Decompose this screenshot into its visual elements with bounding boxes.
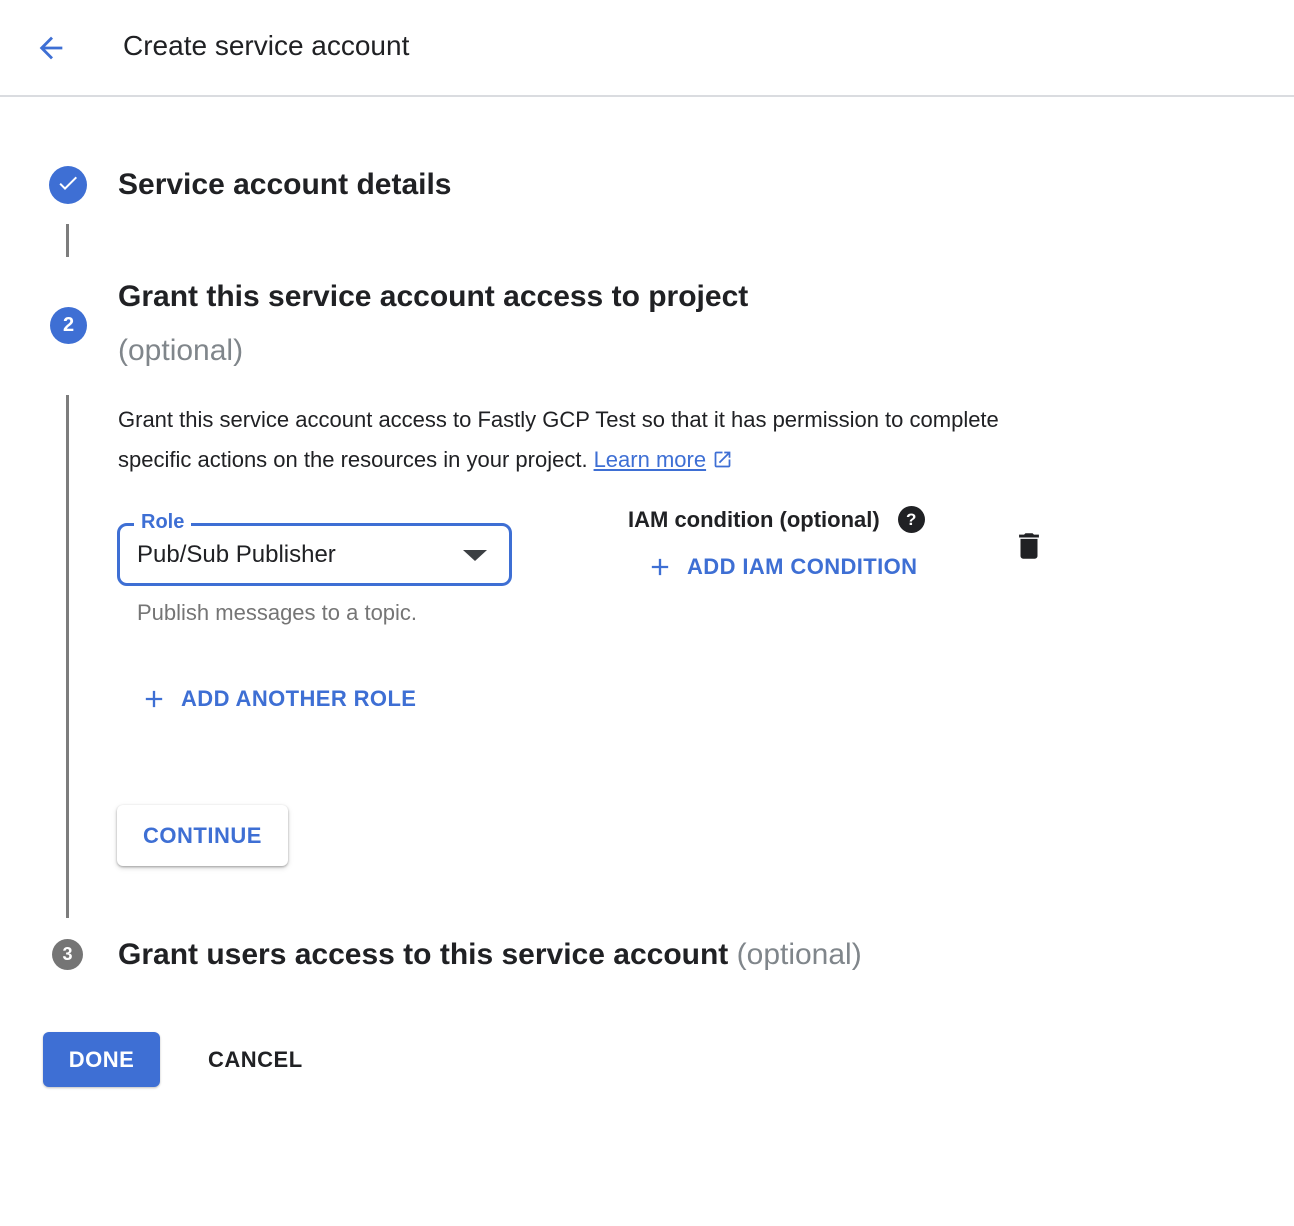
stepper-connector: [66, 224, 69, 257]
page-header: Create service account: [0, 0, 1294, 95]
role-helper-text: Publish messages to a topic.: [137, 600, 417, 626]
arrow-left-icon: [34, 31, 72, 65]
create-service-account-page: Create service account Service account d…: [0, 0, 1294, 1226]
step2-number: 2: [63, 314, 74, 337]
page-title: Create service account: [123, 30, 409, 62]
learn-more-link[interactable]: Learn more: [594, 447, 707, 472]
plus-icon: [140, 685, 168, 713]
add-another-role-button[interactable]: ADD ANOTHER ROLE: [140, 685, 416, 713]
delete-role-button[interactable]: [1012, 527, 1050, 565]
role-select[interactable]: Role Pub/Sub Publisher: [117, 523, 512, 586]
step2-title: Grant this service account access to pro…: [118, 280, 748, 314]
iam-condition-label: IAM condition (optional): [628, 507, 880, 533]
caret-down-icon: [463, 550, 487, 561]
trash-icon: [1012, 529, 1050, 563]
iam-condition-header: IAM condition (optional) ?: [628, 506, 925, 533]
back-button[interactable]: [34, 29, 72, 67]
done-button[interactable]: DONE: [43, 1032, 160, 1087]
step2-indicator: 2: [50, 307, 87, 344]
role-select-value: Pub/Sub Publisher: [137, 526, 336, 583]
step3-optional-label: (optional): [737, 938, 862, 971]
plus-icon: [646, 553, 674, 581]
check-icon: [56, 171, 80, 200]
external-link-icon[interactable]: [706, 447, 733, 472]
step3-title: Grant users access to this service accou…: [118, 938, 862, 972]
step1-complete-indicator: [49, 166, 87, 204]
stepper-connector: [66, 395, 69, 918]
step2-optional-label: (optional): [118, 334, 243, 368]
continue-button[interactable]: CONTINUE: [117, 805, 288, 866]
add-iam-condition-button[interactable]: ADD IAM CONDITION: [646, 553, 917, 581]
help-icon[interactable]: ?: [898, 506, 925, 533]
step3-indicator: 3: [52, 939, 83, 970]
step2-description: Grant this service account access to Fas…: [118, 400, 1063, 480]
header-divider: [0, 95, 1294, 97]
step2-description-text: Grant this service account access to Fas…: [118, 407, 999, 472]
cancel-button[interactable]: CANCEL: [196, 1032, 315, 1087]
step3-number: 3: [62, 944, 72, 965]
step1-title: Service account details: [118, 168, 452, 202]
